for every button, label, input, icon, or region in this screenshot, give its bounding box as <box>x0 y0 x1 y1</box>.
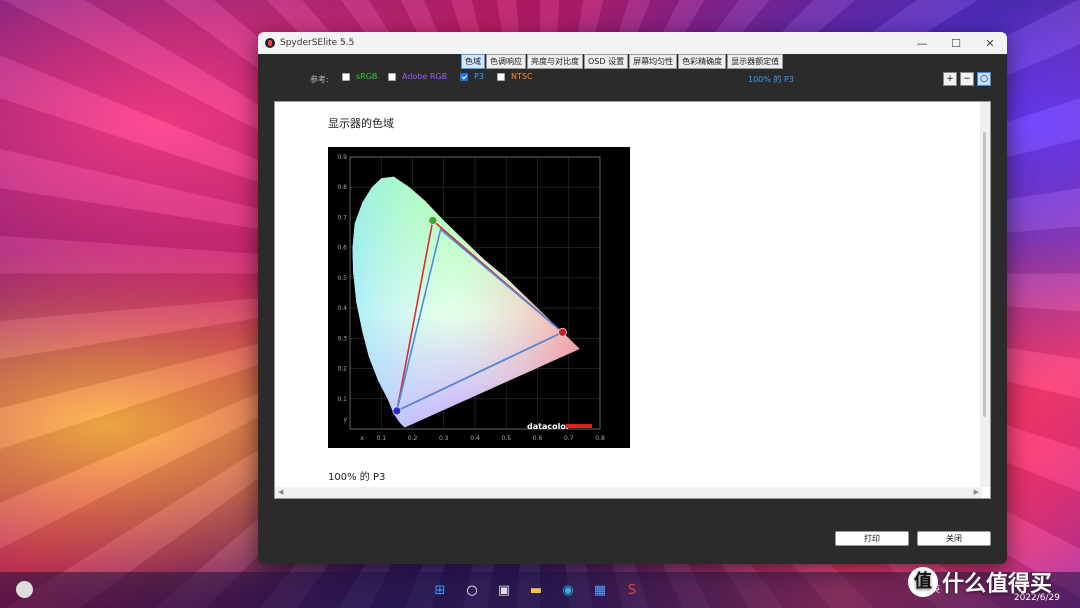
spyder-logo-icon <box>265 38 275 48</box>
y-tick-label: 0.1 <box>337 396 347 403</box>
spyder-window: SpyderSElite 5.5 — ☐ ✕ 色域 色调响应 亮度与对比度 OSD 设… <box>258 32 1007 564</box>
y-tick-label: 0.2 <box>337 366 347 373</box>
x-tick-label: x <box>360 435 364 442</box>
x-tick-label: 0.8 <box>595 435 605 442</box>
gamut-chart: x 0.1 0.2 0.3 0.4 0.5 0.6 0.7 0.8 y 0.1 0.2 0.3 0.4 0.… <box>328 147 630 448</box>
tab-0[interactable]: 色域 <box>461 54 485 69</box>
report-caption: 100% 的 P3 <box>328 472 386 483</box>
gamut-summary: 100% 的 P3 <box>748 75 794 84</box>
reference-option-srgb[interactable]: sRGB <box>342 72 377 81</box>
explorer-icon[interactable]: ▬ <box>524 578 548 602</box>
y-tick-label: 0.5 <box>337 275 347 282</box>
report-panel: 显示器的色域 x 0.1 0.2 0.3 0.4 0.5 0.6 0.7 0.8 y 0.1 0.2 0… <box>274 101 991 499</box>
x-tick-label: 0.6 <box>533 435 543 442</box>
reference-option-label: NTSC <box>511 72 533 81</box>
reference-label: 参考: <box>310 75 329 84</box>
minimize-button[interactable]: — <box>905 32 939 54</box>
x-tick-label: 0.4 <box>470 435 480 442</box>
tab-1[interactable]: 色调响应 <box>486 54 526 69</box>
y-tick-label: 0.6 <box>337 245 347 252</box>
reference-option-label: Adobe RGB <box>402 72 448 81</box>
primary-point <box>428 216 438 225</box>
vertical-scroll-thumb[interactable] <box>983 132 986 417</box>
watermark-text: 什么值得买 <box>942 572 1053 597</box>
reference-option-label: sRGB <box>356 72 378 81</box>
reference-option-label: P3 <box>474 72 484 81</box>
primary-point <box>392 406 402 416</box>
y-tick-label: 0.7 <box>337 214 347 221</box>
site-watermark: 值 什么值得买 <box>908 566 1052 598</box>
zoom-in-icon[interactable]: + <box>943 72 957 86</box>
horizontal-scrollbar[interactable]: ◀ ▶ <box>275 487 982 498</box>
spyder-icon[interactable]: S <box>620 578 644 602</box>
gamut-chart-svg: x 0.1 0.2 0.3 0.4 0.5 0.6 0.7 0.8 y 0.1 0.2 0.3 0.4 0.… <box>337 154 605 442</box>
x-tick-label: 0.1 <box>376 435 386 442</box>
x-tick-label: 0.3 <box>439 435 449 442</box>
y-tick-label: 0.8 <box>337 184 347 191</box>
close-button[interactable]: 关闭 <box>917 531 991 546</box>
scroll-left-icon[interactable]: ◀ <box>278 488 283 496</box>
spectral-locus-overlay <box>352 176 580 428</box>
search-icon[interactable]: ○ <box>460 578 484 602</box>
primary-point <box>558 327 567 337</box>
reference-option-ntsc[interactable]: NTSC <box>497 72 533 81</box>
datacolor-bar <box>566 424 592 428</box>
title-bar: SpyderSElite 5.5 — ☐ ✕ <box>258 32 1007 54</box>
tab-4[interactable]: 屏幕均匀性 <box>629 54 678 69</box>
x-tick-label: 0.7 <box>564 435 574 442</box>
datacolor-watermark: datacolor <box>527 422 570 431</box>
reference-option-p3[interactable]: P3 <box>460 72 484 81</box>
watermark-badge-icon: 值 <box>908 567 938 597</box>
zoom-out-icon[interactable]: − <box>960 72 974 86</box>
window-title: SpyderSElite 5.5 <box>280 38 355 48</box>
start-icon[interactable]: ⊞ <box>428 578 452 602</box>
reference-checkbox[interactable] <box>342 72 350 81</box>
y-tick-label: y <box>343 416 347 423</box>
y-tick-label: 0.9 <box>337 154 347 161</box>
maximize-button[interactable]: ☐ <box>939 32 973 54</box>
tab-2[interactable]: 亮度与对比度 <box>527 54 583 69</box>
report-heading: 显示器的色域 <box>328 117 394 130</box>
tab-strip: 色域 色调响应 亮度与对比度 OSD 设置 屏幕均匀性 色彩精确度 显示器额定值 <box>258 54 1007 69</box>
weather-icon[interactable] <box>16 581 33 598</box>
y-tick-label: 0.3 <box>337 335 347 342</box>
reference-checkbox[interactable] <box>388 72 396 81</box>
x-tick-label: 0.5 <box>501 435 511 442</box>
zoom-fit-icon[interactable]: ○ <box>977 72 991 86</box>
taskview-icon[interactable]: ▣ <box>492 578 516 602</box>
x-tick-label: 0.2 <box>408 435 418 442</box>
tab-5[interactable]: 色彩精确度 <box>678 54 727 69</box>
tab-3[interactable]: OSD 设置 <box>584 54 629 69</box>
edge-icon[interactable]: ◉ <box>556 578 580 602</box>
tab-6[interactable]: 显示器额定值 <box>727 54 784 69</box>
reference-checkbox[interactable] <box>460 72 468 81</box>
y-tick-label: 0.4 <box>337 305 347 312</box>
scroll-right-icon[interactable]: ▶ <box>974 488 979 496</box>
reference-option-adobe-rgb[interactable]: Adobe RGB <box>388 72 447 81</box>
reference-checkbox[interactable] <box>497 72 505 81</box>
vertical-scrollbar[interactable] <box>980 102 990 487</box>
close-window-button[interactable]: ✕ <box>973 32 1007 54</box>
store-icon[interactable]: ▦ <box>588 578 612 602</box>
print-button[interactable]: 打印 <box>835 531 909 546</box>
reference-bar: 参考: sRGB Adobe RGB P3 NTSC 100% 的 P3 + − ○ <box>258 69 1007 88</box>
